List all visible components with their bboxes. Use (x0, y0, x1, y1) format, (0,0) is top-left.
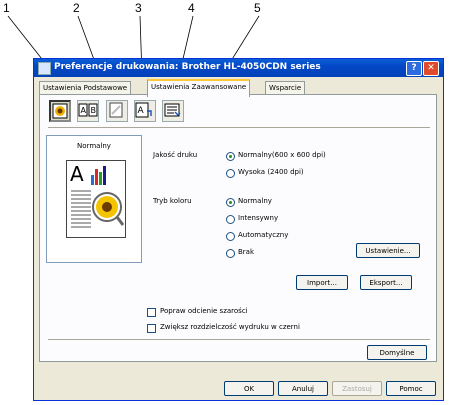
toolbar-separator (48, 127, 430, 128)
svg-text:A: A (70, 162, 84, 186)
title-bar: Preferencje drukowania: Brother HL-4050C… (34, 59, 443, 77)
quality-high-label[interactable]: Wysoka (2400 dpi) (238, 168, 304, 176)
quality-color-icon[interactable] (49, 100, 71, 122)
tab-advanced[interactable]: Ustawienia Zaawansowane (147, 79, 251, 97)
color-mode-label: Tryb koloru (153, 197, 192, 205)
import-button[interactable]: Import... (296, 275, 348, 290)
cancel-button[interactable]: Anuluj (278, 381, 328, 396)
color-auto-label[interactable]: Automatyczny (238, 231, 288, 239)
print-quality-label: Jakość druku (153, 151, 198, 159)
preview-label: Normalny (77, 142, 111, 150)
quality-normal-label[interactable]: Normalny(600 x 600 dpi) (238, 151, 326, 159)
watermark-icon[interactable] (106, 100, 128, 122)
color-normal-label[interactable]: Normalny (238, 197, 272, 205)
printing-preferences-window: Preferencje drukowania: Brother HL-4050C… (33, 58, 444, 401)
ok-button[interactable]: OK (224, 381, 274, 396)
improve-gray-checkbox[interactable] (147, 308, 156, 317)
svg-text:B: B (91, 106, 97, 115)
color-normal-radio[interactable] (226, 198, 235, 207)
preview-page-image: A (66, 160, 126, 238)
quality-high-radio[interactable] (226, 169, 235, 178)
improve-gray-label[interactable]: Popraw odcienie szarości (160, 307, 248, 315)
preview-box: Normalny A (46, 135, 142, 263)
color-vivid-radio[interactable] (226, 215, 235, 224)
svg-text:A: A (138, 106, 145, 116)
export-button[interactable]: Eksport... (360, 275, 412, 290)
duplex-booklet-icon[interactable]: AB (77, 100, 99, 122)
panel-separator (48, 339, 430, 340)
close-title-button[interactable]: ✕ (423, 61, 439, 76)
apply-button[interactable]: Zastosuj (332, 381, 382, 396)
settings-button[interactable]: Ustawienie... (356, 243, 420, 258)
device-options-icon[interactable] (162, 100, 184, 122)
color-none-label[interactable]: Brak (238, 248, 254, 256)
tab-support[interactable]: Wsparcie (265, 81, 306, 95)
color-none-radio[interactable] (226, 249, 235, 258)
default-button[interactable]: Domyślne (367, 345, 427, 360)
color-auto-radio[interactable] (226, 232, 235, 241)
advanced-tab-panel: AB A Normalny A Jakość druku Normalny(60… (39, 94, 437, 362)
tab-basic[interactable]: Ustawienia Podstawowe (39, 81, 132, 95)
printer-icon (38, 62, 51, 75)
enhance-black-checkbox[interactable] (147, 324, 156, 333)
enhance-black-label[interactable]: Zwiększ rozdzielczość wydruku w czerni (160, 323, 300, 331)
help-title-button[interactable]: ? (406, 61, 422, 76)
color-vivid-label[interactable]: Intensywny (238, 214, 278, 222)
help-button[interactable]: Pomoc (386, 381, 436, 396)
svg-text:A: A (81, 106, 87, 115)
page-setting-icon[interactable]: A (134, 100, 156, 122)
window-title: Preferencje drukowania: Brother HL-4050C… (54, 62, 321, 72)
quality-normal-radio[interactable] (226, 152, 235, 161)
